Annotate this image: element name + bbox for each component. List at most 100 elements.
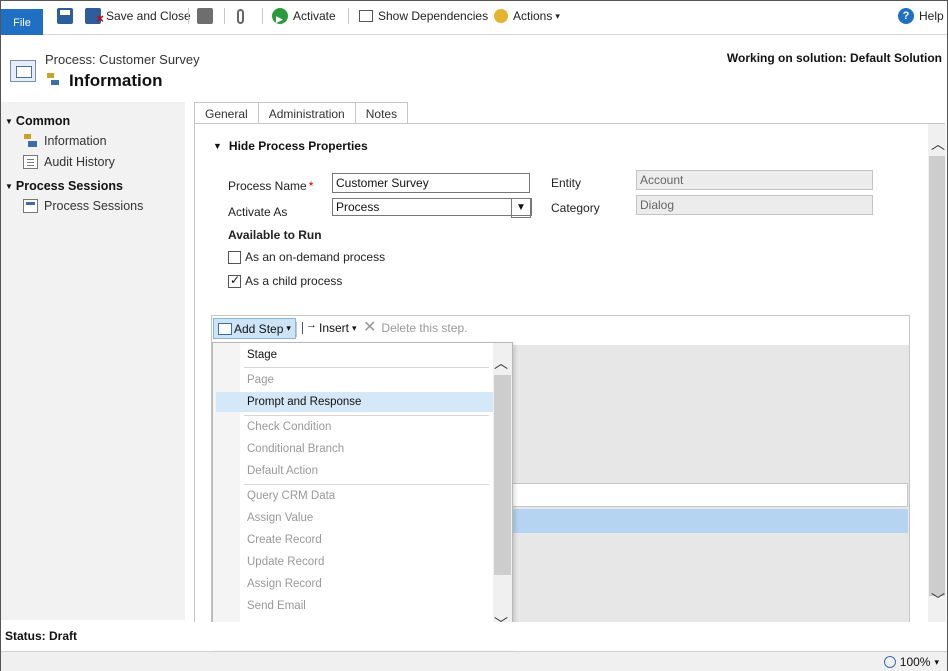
dependencies-icon [359,10,373,22]
add-step-icon [218,322,232,335]
status-text: Status: Draft [5,629,78,643]
tab-general[interactable]: General [194,102,259,124]
insert-button[interactable]: Insert ▾ [302,319,357,335]
entity-label: Entity [551,176,582,190]
save-and-close-button[interactable]: Save and Close [85,6,191,29]
menu-item-query-crm-data[interactable]: Query CRM Data [247,486,335,506]
paperclip-icon [237,8,244,24]
save-icon [57,8,73,24]
nav-group-process-sessions[interactable]: ▼ Process Sessions [5,179,123,193]
activate-as-value: Process [336,200,380,214]
designer-toolbar: Add Step ▾ Insert ▾ ✕ Delete this step. [212,316,909,342]
menu-item-stage[interactable]: Stage [247,345,277,365]
delete-step-button[interactable]: ✕ Delete this step. [363,320,468,336]
menu-divider [244,415,489,416]
insert-label: Insert [319,321,350,335]
hide-process-properties-toggle[interactable]: ▼ Hide Process Properties [213,139,368,153]
actions-button[interactable]: Actions ▾ [494,6,560,26]
menu-scroll-thumb[interactable] [494,375,511,575]
nav-group-common[interactable]: ▼ Common [5,114,70,128]
menu-scrollbar[interactable]: ︿ ﹀ [493,343,512,646]
toolbar-divider [224,8,225,24]
nav-item-information[interactable]: Information [23,134,107,148]
ribbon-toolbar: File Save and Close Activate Show Depend… [1,1,947,35]
category-label: Category [551,201,600,215]
add-step-button[interactable]: Add Step ▾ [213,318,296,339]
toolbar-divider [348,8,349,24]
zoom-level: 100% [899,655,931,669]
process-sessions-icon [23,199,38,213]
insert-icon [302,319,318,334]
step-description-input[interactable] [512,483,908,507]
status-bar: Status: Draft [1,622,947,650]
footer-bar: 100% ▾ [1,651,947,671]
print-button[interactable] [197,6,218,26]
on-demand-option[interactable]: As an on-demand process [228,250,385,264]
nav-item-audit-history[interactable]: Audit History [23,155,115,169]
child-process-option[interactable]: As a child process [228,273,343,288]
on-demand-checkbox[interactable] [228,250,241,264]
chevron-up-icon[interactable]: ︿ [494,353,508,373]
actions-icon [494,9,508,23]
chevron-down-icon: ▾ [934,656,939,667]
nav-group-label: Process Sessions [15,179,123,193]
save-button[interactable] [57,6,78,26]
nav-item-label: Information [44,134,107,148]
tab-notes[interactable]: Notes [354,102,409,124]
menu-item-default-action[interactable]: Default Action [247,461,318,481]
category-field: Dialog [636,195,873,215]
menu-item-update-record[interactable]: Update Record [247,552,324,572]
process-name-label-text: Process Name [228,179,307,193]
form-tabs: General Administration Notes [194,102,409,124]
entity-field: Account [636,170,873,190]
zoom-control[interactable]: 100% ▾ [883,655,939,669]
child-process-checkbox[interactable] [228,273,241,288]
menu-item-create-record[interactable]: Create Record [247,530,322,550]
tab-administration[interactable]: Administration [257,102,356,124]
menu-gutter [213,343,240,646]
form-scrollbar[interactable]: ︿ ﹀ [928,124,946,622]
toolbar-divider [188,8,189,24]
save-and-close-icon [85,8,104,29]
process-name-label: Process Name * [228,179,313,193]
add-step-label: Add Step [234,321,284,336]
chevron-down-icon: ▾ [555,11,560,21]
menu-item-prompt-and-response[interactable]: Prompt and Response [247,392,361,412]
chevron-down-icon: ▼ [511,198,531,218]
activate-as-select[interactable]: Process ▼ [332,198,532,218]
activate-button[interactable]: Activate [272,6,336,29]
child-process-label: As a child process [245,274,343,288]
chevron-down-icon: ▾ [286,323,291,333]
nav-item-process-sessions[interactable]: Process Sessions [23,199,143,213]
process-name-input[interactable]: Customer Survey [332,173,530,193]
triangle-down-icon: ▼ [213,141,222,151]
activate-label: Activate [293,9,336,23]
process-icon [46,73,60,87]
help-button[interactable]: ? Help [898,6,944,26]
menu-item-page[interactable]: Page [247,370,274,390]
on-demand-label: As an on-demand process [245,250,386,264]
chevron-up-icon[interactable]: ︿ [931,134,945,154]
menu-item-assign-value[interactable]: Assign Value [247,508,313,528]
chevron-down-icon: ▾ [352,322,357,333]
menu-item-send-email[interactable]: Send Email [247,596,306,616]
activate-icon [272,8,288,29]
toolbar-divider [296,322,297,337]
menu-item-check-condition[interactable]: Check Condition [247,417,331,437]
actions-label: Actions [513,9,553,23]
file-button[interactable]: File [1,9,43,35]
form-scroll-thumb[interactable] [929,156,945,596]
help-icon: ? [898,8,914,24]
section-title-label: Hide Process Properties [228,139,368,153]
show-dependencies-button[interactable]: Show Dependencies [359,6,488,26]
attach-button[interactable] [237,6,249,26]
chevron-down-icon[interactable]: ﹀ [931,590,945,610]
nav-item-label: Process Sessions [44,199,144,213]
menu-item-assign-record[interactable]: Assign Record [247,574,322,594]
delete-step-label: Delete this step. [381,321,468,335]
process-entity-icon [10,60,36,82]
menu-item-conditional-branch[interactable]: Conditional Branch [247,439,344,459]
show-dependencies-label: Show Dependencies [378,9,489,23]
save-and-close-label: Save and Close [106,9,191,23]
selected-step-row[interactable] [512,509,908,533]
